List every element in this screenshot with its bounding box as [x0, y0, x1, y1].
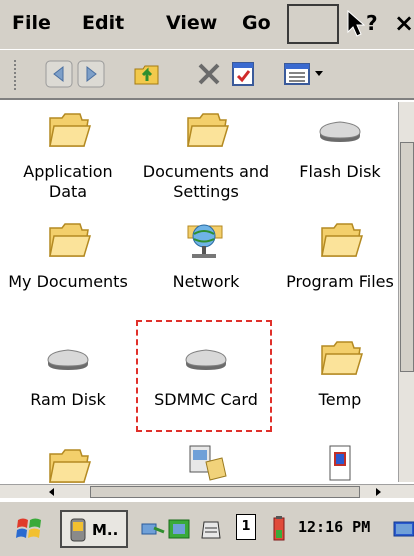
menu-edit[interactable]: Edit [82, 12, 124, 34]
file-item-label: Flash Disk [299, 162, 381, 181]
toolbar-grip[interactable] [14, 60, 20, 90]
file-item-control-panel[interactable] [140, 442, 272, 482]
properties-icon[interactable] [228, 59, 258, 89]
taskbar-app-label: M.. [92, 521, 119, 539]
file-item-label: Program Files [286, 272, 394, 291]
file-item-network[interactable]: Network [140, 220, 272, 292]
menu-go[interactable]: Go [242, 12, 271, 34]
file-item-label: Network [172, 272, 240, 291]
windows-flag-icon[interactable] [14, 514, 46, 544]
views-menu-icon[interactable] [282, 59, 328, 89]
vertical-scroll-thumb[interactable] [400, 142, 414, 372]
file-item-temp[interactable]: Temp [274, 338, 398, 410]
folder-icon [321, 341, 364, 375]
help-arrow-icon[interactable]: ? [344, 8, 386, 40]
media-icon [329, 445, 351, 481]
menu-divider [287, 4, 339, 44]
clock: 12:16 PM [298, 518, 371, 536]
folder-icon [49, 449, 92, 483]
file-item-my-documents[interactable]: My Documents [2, 220, 134, 292]
vertical-scrollbar[interactable] [398, 102, 414, 482]
forward-arrow-icon[interactable] [76, 59, 106, 89]
network-icon [187, 224, 223, 258]
file-item-flash-disk[interactable]: Flash Disk [274, 110, 398, 182]
file-explorer-window: File Edit View Go ? × Application Data D… [0, 0, 414, 556]
up-folder-icon[interactable] [132, 59, 162, 89]
file-item-label: Temp [318, 390, 362, 409]
menu-view[interactable]: View [166, 12, 217, 34]
folder-icon [49, 223, 92, 257]
drive-icon [47, 349, 89, 370]
taskbar: M.. 1 12:16 PM [0, 500, 414, 556]
file-item-application-data[interactable]: Application Data [2, 110, 134, 202]
horizontal-scroll-thumb[interactable] [90, 486, 360, 498]
drive-icon [319, 121, 361, 142]
file-item-label: Application Data [23, 162, 113, 201]
connection-tray-icon[interactable] [166, 514, 192, 544]
svg-text:?: ? [366, 11, 378, 35]
taskbar-app-button[interactable]: M.. [60, 510, 128, 548]
network-tray-icon[interactable] [140, 514, 166, 544]
keyboard-indicator[interactable]: 1 [236, 514, 256, 540]
file-item-media[interactable] [274, 442, 398, 482]
folder-icon [321, 223, 364, 257]
file-item-label: My Documents [8, 272, 128, 291]
toolbar [0, 50, 414, 100]
back-arrow-icon[interactable] [44, 59, 74, 89]
control-panel-icon [189, 445, 227, 481]
delete-x-icon[interactable] [194, 59, 224, 89]
file-item-documents-and-settings[interactable]: Documents and Settings [140, 110, 272, 202]
scroll-right-icon[interactable] [372, 486, 384, 498]
menu-file[interactable]: File [12, 12, 51, 34]
file-item-program-files[interactable]: Program Files [274, 220, 398, 292]
file-item-ram-disk[interactable]: Ram Disk [2, 338, 134, 410]
menu-bar: File Edit View Go ? × [0, 0, 414, 50]
close-button[interactable]: × [394, 9, 414, 37]
file-item-label: Ram Disk [30, 390, 106, 409]
file-item-folder[interactable] [2, 446, 134, 484]
battery-icon[interactable] [266, 514, 292, 544]
selection-highlight [136, 320, 272, 432]
folder-icon [187, 113, 230, 147]
device-icon [70, 518, 86, 542]
desktop-icon[interactable] [392, 514, 414, 544]
input-panel-icon[interactable] [198, 514, 224, 544]
file-list-area: Application Data Documents and Settings … [0, 102, 398, 484]
folder-icon [49, 113, 92, 147]
horizontal-scrollbar[interactable] [0, 484, 414, 498]
file-item-label: Documents and Settings [142, 162, 270, 201]
scroll-left-icon[interactable] [46, 486, 58, 498]
